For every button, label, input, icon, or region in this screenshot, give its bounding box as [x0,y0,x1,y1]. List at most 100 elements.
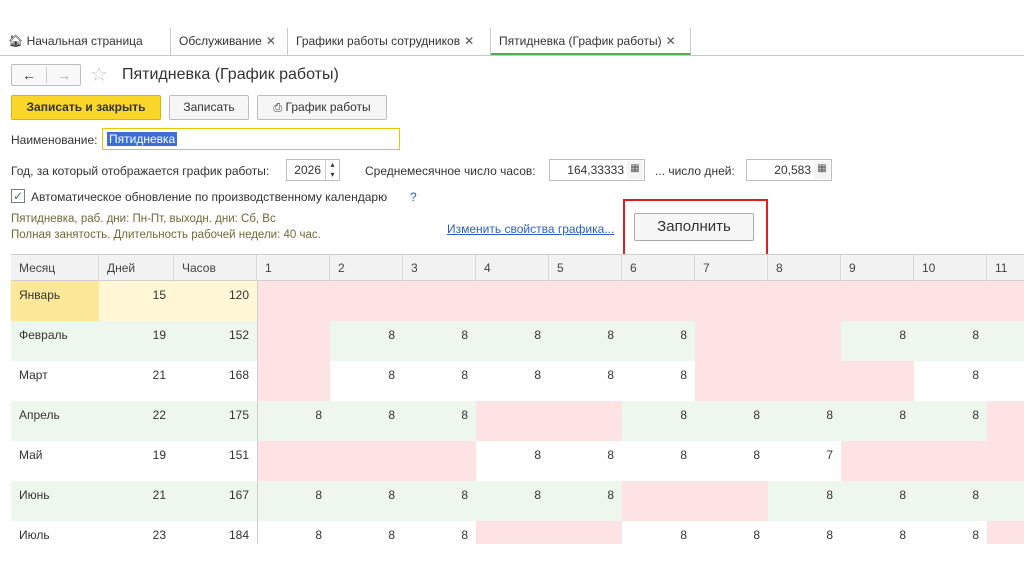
day-cell[interactable] [695,321,768,361]
column-header[interactable]: 7 [695,255,768,281]
days-cell[interactable]: 21 [99,481,174,521]
column-header[interactable]: 8 [768,255,841,281]
column-header[interactable]: 6 [622,255,695,281]
days-cell[interactable]: 15 [99,281,174,321]
tab-service[interactable]: Обслуживание ✕ [171,28,288,55]
day-cell[interactable]: 8 [622,321,695,361]
back-arrow-icon[interactable]: ← [12,66,46,84]
save-button[interactable]: Записать [169,95,249,120]
day-cell[interactable] [403,281,476,321]
day-cell[interactable]: 8 [768,481,841,521]
day-cell[interactable] [330,281,403,321]
hours-cell[interactable]: 184 [174,521,257,544]
month-cell[interactable]: Январь [11,281,99,321]
day-cell[interactable]: 8 [257,521,330,544]
day-cell[interactable] [841,441,914,481]
auto-update-checkbox[interactable]: ✓ [11,189,25,203]
day-cell[interactable]: 8 [914,401,987,441]
day-cell[interactable]: 8 [403,521,476,544]
day-cell[interactable] [841,281,914,321]
day-cell[interactable]: 8 [403,401,476,441]
day-cell[interactable]: 8 [914,481,987,521]
day-cell[interactable] [914,441,987,481]
day-cell[interactable] [987,441,1024,481]
table-row[interactable]: Июль 23 184 8 8 8 8 8 8 8 8 [11,521,1024,544]
schedule-print-button[interactable]: ⎙ График работы [257,95,387,120]
day-cell[interactable]: 8 [549,321,622,361]
day-cell[interactable]: 8 [622,521,695,544]
avg-hours-input[interactable]: 164,33333 ▦ [549,159,645,181]
stepper-icon[interactable]: ▴ ▾ [325,160,339,180]
column-header[interactable]: 3 [403,255,476,281]
day-cell[interactable]: 8 [476,441,549,481]
day-cell[interactable]: 8 [914,361,987,401]
day-cell[interactable]: 8 [549,481,622,521]
table-row[interactable]: Февраль 19 152 8 8 8 8 8 8 8 [11,321,1024,361]
day-cell[interactable] [695,481,768,521]
day-cell[interactable]: 8 [476,481,549,521]
day-cell[interactable]: 8 [841,401,914,441]
day-cell[interactable] [768,281,841,321]
month-cell[interactable]: Июнь [11,481,99,521]
day-cell[interactable] [768,361,841,401]
change-properties-link[interactable]: Изменить свойства графика... [447,222,614,236]
column-header[interactable]: 5 [549,255,622,281]
day-cell[interactable] [695,281,768,321]
hours-cell[interactable]: 168 [174,361,257,401]
day-cell[interactable]: 8 [403,361,476,401]
day-cell[interactable]: 8 [914,521,987,544]
day-cell[interactable] [987,281,1024,321]
day-cell[interactable]: 8 [768,401,841,441]
forward-arrow-icon[interactable]: → [47,66,81,84]
save-and-close-button[interactable]: Записать и закрыть [11,95,161,120]
column-header[interactable]: 4 [476,255,549,281]
column-header[interactable]: 2 [330,255,403,281]
day-cell[interactable] [768,321,841,361]
column-header[interactable]: Месяц [11,255,99,281]
day-cell[interactable] [257,441,330,481]
close-icon[interactable]: ✕ [666,34,676,48]
day-cell[interactable] [841,361,914,401]
day-cell[interactable] [914,281,987,321]
days-cell[interactable]: 23 [99,521,174,544]
tab-home[interactable]: 🏠︎ Начальная страница [0,28,171,55]
day-cell[interactable]: 8 [330,321,403,361]
day-cell[interactable] [476,401,549,441]
day-cell[interactable] [622,281,695,321]
day-cell[interactable] [987,481,1024,521]
table-row[interactable]: Июнь 21 167 8 8 8 8 8 8 8 8 [11,481,1024,521]
table-row[interactable]: Январь 15 120 [11,281,1024,321]
name-input[interactable]: Пятидневка [102,128,400,150]
table-row[interactable]: Апрель 22 175 8 8 8 8 8 8 8 8 [11,401,1024,441]
tab-schedules[interactable]: Графики работы сотрудников ✕ [288,28,491,55]
day-cell[interactable] [403,441,476,481]
hours-cell[interactable]: 152 [174,321,257,361]
day-cell[interactable]: 8 [549,361,622,401]
day-cell[interactable]: 8 [695,521,768,544]
hours-cell[interactable]: 120 [174,281,257,321]
day-cell[interactable]: 8 [622,441,695,481]
day-cell[interactable] [987,361,1024,401]
day-cell[interactable]: 8 [330,481,403,521]
day-cell[interactable] [476,281,549,321]
days-cell[interactable]: 21 [99,361,174,401]
day-cell[interactable]: 8 [622,401,695,441]
star-icon[interactable]: ☆ [90,62,108,87]
column-header[interactable]: 10 [914,255,987,281]
day-cell[interactable]: 8 [403,481,476,521]
month-cell[interactable]: Апрель [11,401,99,441]
day-cell[interactable] [987,401,1024,441]
day-cell[interactable]: 8 [695,401,768,441]
hours-cell[interactable]: 151 [174,441,257,481]
day-cell[interactable]: 8 [330,361,403,401]
fill-button[interactable]: Заполнить [634,213,754,241]
year-input[interactable]: 2026 ▴ ▾ [286,159,340,181]
day-cell[interactable] [330,441,403,481]
day-cell[interactable] [695,361,768,401]
column-header[interactable]: 1 [257,255,330,281]
day-cell[interactable]: 8 [768,521,841,544]
day-cell[interactable] [549,521,622,544]
column-header[interactable]: 9 [841,255,914,281]
day-cell[interactable]: 8 [330,401,403,441]
day-cell[interactable]: 8 [330,521,403,544]
